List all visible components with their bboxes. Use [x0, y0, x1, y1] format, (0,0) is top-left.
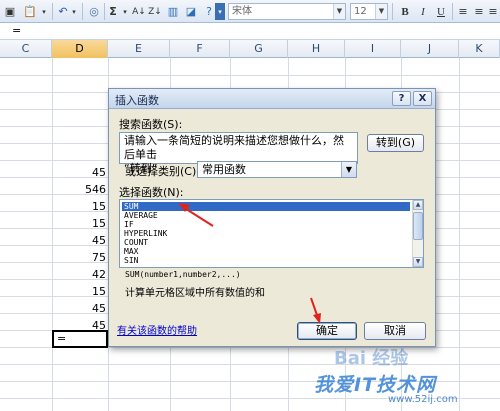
watermark-url: www.52ij.com: [388, 394, 458, 405]
watermark: Bai 经验 我爱IT技术网 www.52ij.com: [290, 330, 500, 411]
annotation-arrow-sum: [178, 203, 214, 227]
watermark-logo: 我爱IT技术网: [314, 374, 437, 396]
watermark-brand: Bai 经验: [334, 348, 409, 369]
annotation-arrow-ok: [310, 297, 321, 324]
